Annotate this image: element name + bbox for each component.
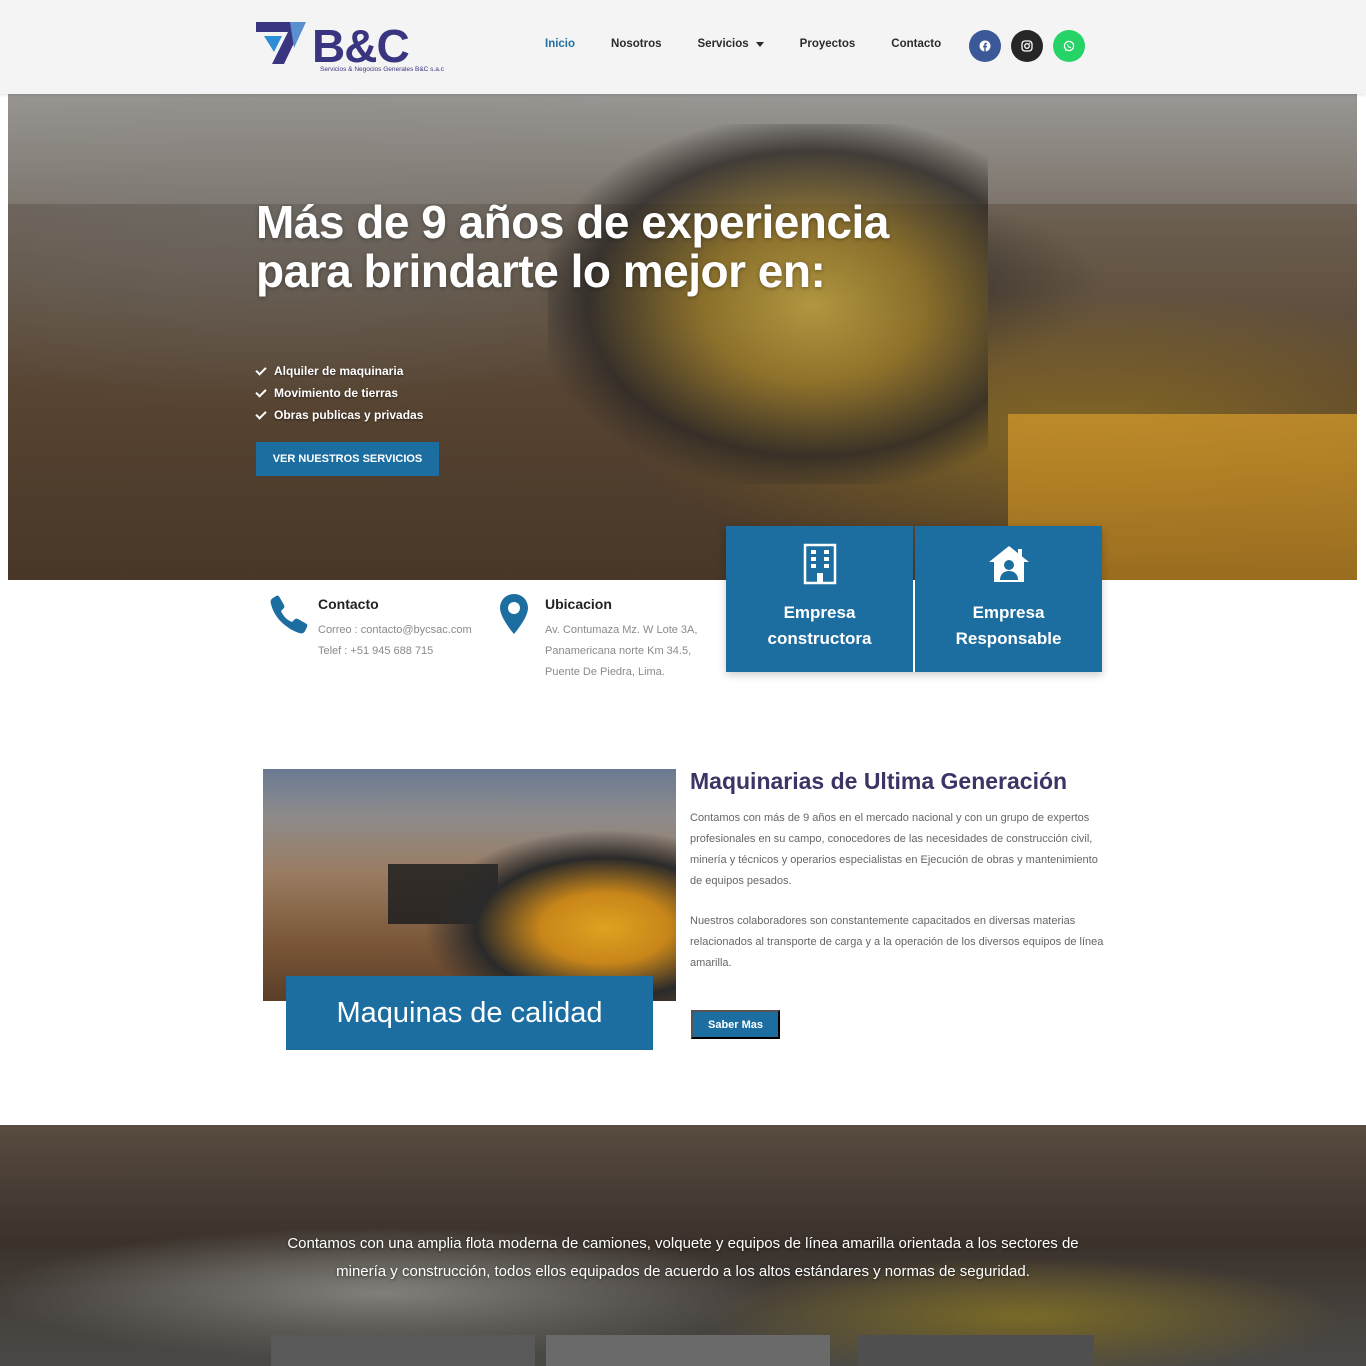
nav-item-servicios[interactable]: Servicios — [698, 38, 764, 50]
main-nav: Inicio Nosotros Servicios Proyectos Cont… — [545, 38, 977, 50]
check-icon — [255, 407, 267, 420]
nav-item-contacto[interactable]: Contacto — [891, 38, 941, 50]
address-line: Puente De Piedra, Lima. — [545, 666, 665, 678]
feature-card-label-line: Responsable — [955, 629, 1062, 648]
company-logo[interactable]: B&C Servicios & Negocios Generales B&C s… — [254, 18, 458, 76]
fleet-thumbnail[interactable] — [271, 1335, 535, 1366]
hero-list-label: Movimiento de tierras — [274, 386, 399, 400]
logo-mark: B&C — [256, 20, 410, 72]
fleet-thumbnail[interactable] — [858, 1335, 1094, 1366]
hero-list-label: Alquiler de maquinaria — [274, 364, 404, 378]
hero-list-item: Movimiento de tierras — [255, 382, 423, 404]
contact-details: Correo : contacto@bycsac.com Telef : +51… — [318, 620, 472, 662]
site-header: B&C Servicios & Negocios Generales B&C s… — [0, 0, 1366, 94]
section-paragraph: Nuestros colaboradores son constantement… — [690, 915, 1104, 969]
hero-list-item: Obras publicas y privadas — [255, 404, 424, 426]
nav-item-nosotros[interactable]: Nosotros — [611, 38, 661, 50]
section-paragraph: Contamos con más de 9 años en el mercado… — [690, 812, 1098, 887]
feature-card-constructora: Empresa constructora — [726, 526, 913, 672]
contact-info: Contacto Correo : contacto@bycsac.com Te… — [268, 592, 488, 682]
address-line: Av. Contumaza Mz. W Lote 3A, — [545, 624, 698, 636]
feature-card-responsable: Empresa Responsable — [915, 526, 1102, 672]
section-title: Maquinarias de Ultima Generación — [690, 768, 1068, 794]
feature-card-label: Empresa constructora — [768, 600, 872, 652]
fleet-thumbnail[interactable] — [546, 1335, 830, 1366]
feature-card-label-line: Empresa — [972, 603, 1045, 622]
hero-list-label: Obras publicas y privadas — [274, 408, 424, 422]
feature-card-label-line: constructora — [767, 629, 872, 648]
hero-service-list: Alquiler de maquinaria Movimiento de tie… — [255, 360, 424, 426]
hero-section: Más de 9 años de experiencia para brinda… — [8, 94, 1357, 580]
phone-icon — [270, 595, 308, 634]
page: B&C Servicios & Negocios Generales B&C s… — [0, 0, 1366, 1366]
fleet-text: Contamos con una amplia flota moderna de… — [287, 1235, 1079, 1280]
chevron-down-icon — [755, 41, 764, 47]
nav-item-servicios-label: Servicios — [697, 38, 749, 50]
feature-card-label: Empresa Responsable — [956, 600, 1062, 652]
location-info: Ubicacion Av. Contumaza Mz. W Lote 3A, P… — [495, 592, 715, 692]
svg-text:B&C: B&C — [312, 20, 409, 68]
whatsapp-icon[interactable] — [1053, 30, 1085, 62]
nav-item-inicio[interactable]: Inicio — [545, 38, 575, 50]
view-services-button[interactable]: VER NUESTROS SERVICIOS — [256, 442, 439, 476]
check-icon — [255, 385, 267, 398]
facebook-icon[interactable] — [969, 30, 1001, 62]
fleet-banner: Contamos con una amplia flota moderna de… — [0, 1125, 1366, 1366]
instagram-icon[interactable] — [1011, 30, 1043, 62]
check-icon — [255, 363, 267, 376]
loader-machine-photo — [263, 769, 676, 1001]
map-pin-icon — [500, 594, 528, 634]
contact-title: Contacto — [318, 596, 379, 612]
contact-email[interactable]: Correo : contacto@bycsac.com — [318, 624, 472, 636]
social-links — [969, 30, 1085, 62]
nav-item-proyectos[interactable]: Proyectos — [800, 38, 856, 50]
address-line: Panamericana norte Km 34.5, — [545, 645, 692, 657]
hero-title: Más de 9 años de experiencia para brinda… — [256, 196, 889, 297]
location-title: Ubicacion — [545, 596, 612, 612]
learn-more-button[interactable]: Saber Mas — [691, 1010, 780, 1039]
feature-cards: Empresa constructora Empresa Responsable — [726, 526, 1102, 672]
location-address: Av. Contumaza Mz. W Lote 3A, Panamerican… — [545, 620, 697, 683]
building-icon — [803, 543, 836, 585]
quality-badge: Maquinas de calidad — [286, 976, 653, 1050]
hero-list-item: Alquiler de maquinaria — [255, 360, 423, 382]
logo-tagline: Servicios & Negocios Generales B&C s.a.c — [320, 66, 444, 73]
excavator-image — [548, 124, 988, 484]
house-user-icon — [988, 546, 1029, 582]
contact-phone[interactable]: Telef : +51 945 688 715 — [318, 645, 433, 657]
feature-card-label-line: Empresa — [783, 603, 856, 622]
